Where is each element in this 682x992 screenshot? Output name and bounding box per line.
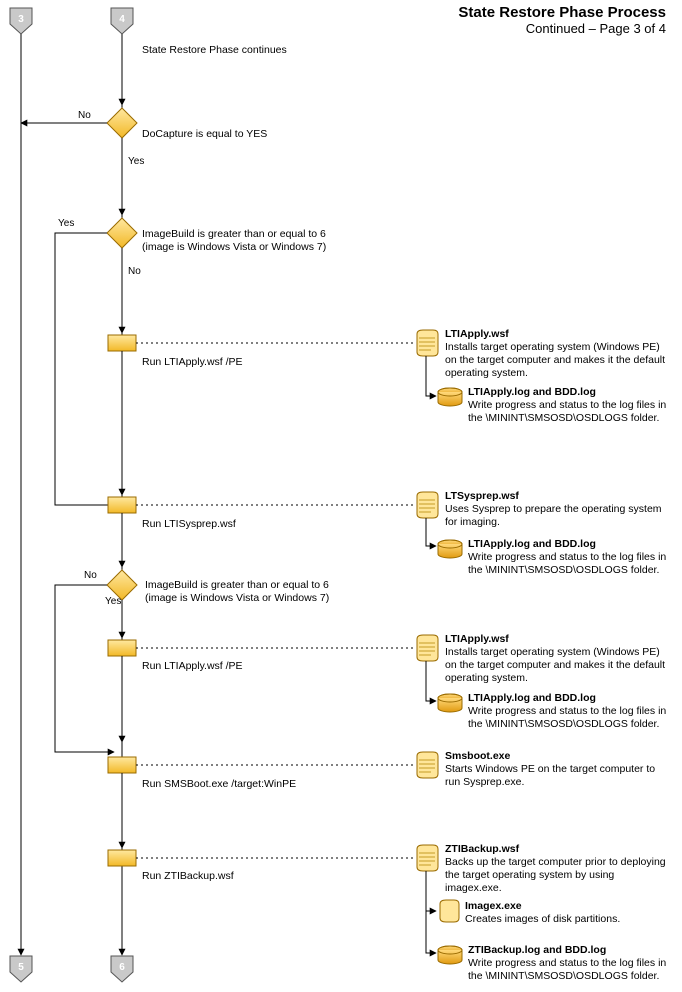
a5-log: ZTIBackup.log and BDD.log Write progress… xyxy=(468,944,678,983)
a5-title: ZTIBackup.wsf xyxy=(445,843,519,855)
scroll-icon xyxy=(417,845,438,871)
cylinder-icon xyxy=(438,388,462,406)
connector-out-6: 6 xyxy=(111,956,133,982)
a3-log-body: Write progress and status to the log fil… xyxy=(468,705,666,730)
scroll-icon xyxy=(440,900,459,922)
a5-sub-title: Imagex.exe xyxy=(465,900,522,912)
continue-label: State Restore Phase continues xyxy=(142,44,287,57)
a2-log-body: Write progress and status to the log fil… xyxy=(468,551,666,576)
cylinder-icon xyxy=(438,540,462,558)
scroll-icon xyxy=(417,752,438,778)
svg-text:3: 3 xyxy=(18,14,24,25)
a3: LTIApply.wsf Installs target operating s… xyxy=(445,633,670,686)
a5-sub: Imagex.exe Creates images of disk partit… xyxy=(465,900,675,926)
process-ltiapply-1 xyxy=(108,335,136,351)
a4-body: Starts Windows PE on the target computer… xyxy=(445,763,655,788)
connector-out-5: 5 xyxy=(10,956,32,982)
a1-log: LTIApply.log and BDD.log Write progress … xyxy=(468,386,678,425)
a2-title: LTSysprep.wsf xyxy=(445,490,519,502)
a1-log-body: Write progress and status to the log fil… xyxy=(468,399,666,424)
p2-label: Run LTISysprep.wsf xyxy=(142,518,236,531)
a3-body: Installs target operating system (Window… xyxy=(445,646,665,684)
yes-label: Yes xyxy=(58,218,74,231)
svg-text:4: 4 xyxy=(119,14,125,25)
connector-in-3: 3 xyxy=(10,8,32,34)
a1: LTIApply.wsf Installs target operating s… xyxy=(445,328,670,381)
a3-title: LTIApply.wsf xyxy=(445,633,509,645)
scroll-icon xyxy=(417,492,438,518)
no-label: No xyxy=(78,110,91,123)
d3-text: ImageBuild is greater than or equal to 6… xyxy=(145,579,375,605)
p5-label: Run ZTIBackup.wsf xyxy=(142,870,234,883)
a2-log-title: LTIApply.log and BDD.log xyxy=(468,538,596,550)
a5-body: Backs up the target computer prior to de… xyxy=(445,856,666,894)
a4: Smsboot.exe Starts Windows PE on the tar… xyxy=(445,750,670,789)
no-label: No xyxy=(128,266,141,279)
yes-label: Yes xyxy=(105,596,121,609)
process-ltiapply-2 xyxy=(108,640,136,656)
process-ltisysprep xyxy=(108,497,136,513)
scroll-icon xyxy=(417,635,438,661)
cylinder-icon xyxy=(438,694,462,712)
p3-label: Run LTIApply.wsf /PE xyxy=(142,660,243,673)
a5-sub-body: Creates images of disk partitions. xyxy=(465,913,620,925)
a5-log-title: ZTIBackup.log and BDD.log xyxy=(468,944,606,956)
scroll-icon xyxy=(417,330,438,356)
svg-text:5: 5 xyxy=(18,962,24,973)
d2-text: ImageBuild is greater than or equal to 6… xyxy=(142,228,372,254)
a4-title: Smsboot.exe xyxy=(445,750,510,762)
process-smsboot xyxy=(108,757,136,773)
yes-label: Yes xyxy=(128,156,144,169)
a5: ZTIBackup.wsf Backs up the target comput… xyxy=(445,843,670,896)
a5-log-body: Write progress and status to the log fil… xyxy=(468,957,666,982)
p4-label: Run SMSBoot.exe /target:WinPE xyxy=(142,778,296,791)
a2: LTSysprep.wsf Uses Sysprep to prepare th… xyxy=(445,490,670,529)
decision-docapture xyxy=(107,108,137,138)
process-ztibackup xyxy=(108,850,136,866)
a1-body: Installs target operating system (Window… xyxy=(445,341,665,379)
a1-title: LTIApply.wsf xyxy=(445,328,509,340)
decision-imagebuild-1 xyxy=(107,218,137,248)
a1-log-title: LTIApply.log and BDD.log xyxy=(468,386,596,398)
a2-log: LTIApply.log and BDD.log Write progress … xyxy=(468,538,678,577)
p1-label: Run LTIApply.wsf /PE xyxy=(142,356,243,369)
svg-text:6: 6 xyxy=(119,962,125,973)
no-label: No xyxy=(84,570,97,583)
cylinder-icon xyxy=(438,946,462,964)
a2-body: Uses Sysprep to prepare the operating sy… xyxy=(445,503,662,528)
a3-log-title: LTIApply.log and BDD.log xyxy=(468,692,596,704)
connector-in-4: 4 xyxy=(111,8,133,34)
a3-log: LTIApply.log and BDD.log Write progress … xyxy=(468,692,678,731)
d1-text: DoCapture is equal to YES xyxy=(142,128,362,141)
